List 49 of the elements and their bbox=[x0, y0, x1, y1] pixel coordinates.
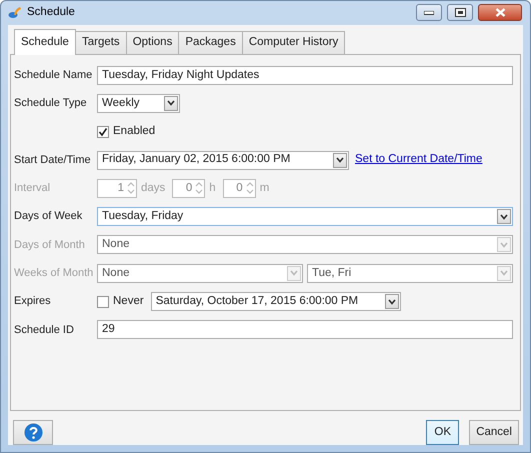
app-logo-icon bbox=[8, 6, 22, 20]
field-label: Schedule Type bbox=[14, 96, 88, 112]
checkbox[interactable] bbox=[97, 126, 109, 138]
text-field[interactable]: Tuesday, Friday Night Updates bbox=[97, 66, 513, 85]
cancel-button[interactable]: Cancel bbox=[469, 420, 519, 445]
dropdown-field[interactable]: Tuesday, Friday bbox=[97, 207, 513, 226]
checkbox-label: Enabled bbox=[113, 124, 156, 140]
spinner-field: 0 bbox=[172, 178, 206, 198]
tab[interactable]: Targets bbox=[74, 30, 127, 54]
up-down-arrows-icon bbox=[246, 181, 254, 196]
dropdown-field: None bbox=[97, 235, 513, 254]
minimize-icon bbox=[424, 10, 434, 15]
link[interactable]: Set to Current Date/Time bbox=[355, 151, 482, 169]
close-button[interactable] bbox=[478, 4, 522, 22]
spinner-field: 1 bbox=[97, 178, 137, 198]
tab[interactable]: Computer History bbox=[242, 30, 346, 54]
field-label: Expires bbox=[14, 294, 52, 310]
window-title: Schedule bbox=[27, 5, 75, 20]
text-field[interactable]: 29 bbox=[97, 320, 513, 340]
field-label: Start Date/Time bbox=[14, 152, 92, 168]
minimize-button[interactable] bbox=[416, 4, 442, 22]
field-label: Schedule Name bbox=[14, 68, 94, 83]
maximize-icon bbox=[454, 8, 466, 18]
dropdown-field: Tue, Fri bbox=[307, 264, 513, 283]
dropdown-field: None bbox=[97, 264, 303, 283]
close-icon bbox=[494, 8, 506, 18]
help-icon bbox=[24, 423, 42, 442]
field-label: Schedule ID bbox=[14, 322, 75, 338]
ok-button[interactable]: OK bbox=[426, 420, 460, 445]
unit-label: h bbox=[209, 180, 216, 196]
tab[interactable]: Schedule bbox=[14, 28, 76, 55]
dropdown-field[interactable]: Friday, January 02, 2015 6:00:00 PM bbox=[97, 150, 349, 170]
up-down-arrows-icon bbox=[195, 181, 204, 196]
tab[interactable]: Packages bbox=[178, 30, 243, 54]
tab[interactable]: Options bbox=[126, 30, 180, 54]
field-label: Interval bbox=[14, 181, 52, 196]
checkbox-label: Never bbox=[113, 294, 144, 309]
spinner-field: 0 bbox=[222, 178, 256, 198]
field-label: Days of Week bbox=[14, 209, 84, 224]
unit-label: days bbox=[141, 180, 166, 196]
maximize-button[interactable] bbox=[447, 4, 473, 22]
field-label: Weeks of Month bbox=[14, 266, 94, 281]
dropdown-field[interactable]: Weekly bbox=[97, 94, 180, 113]
unit-label: m bbox=[260, 180, 270, 196]
help-button[interactable] bbox=[13, 420, 53, 445]
dropdown-field[interactable]: Saturday, October 17, 2015 6:00:00 PM bbox=[150, 292, 401, 312]
checkbox[interactable] bbox=[97, 296, 109, 308]
up-down-arrows-icon bbox=[127, 181, 135, 196]
field-label: Days of Month bbox=[14, 238, 86, 253]
